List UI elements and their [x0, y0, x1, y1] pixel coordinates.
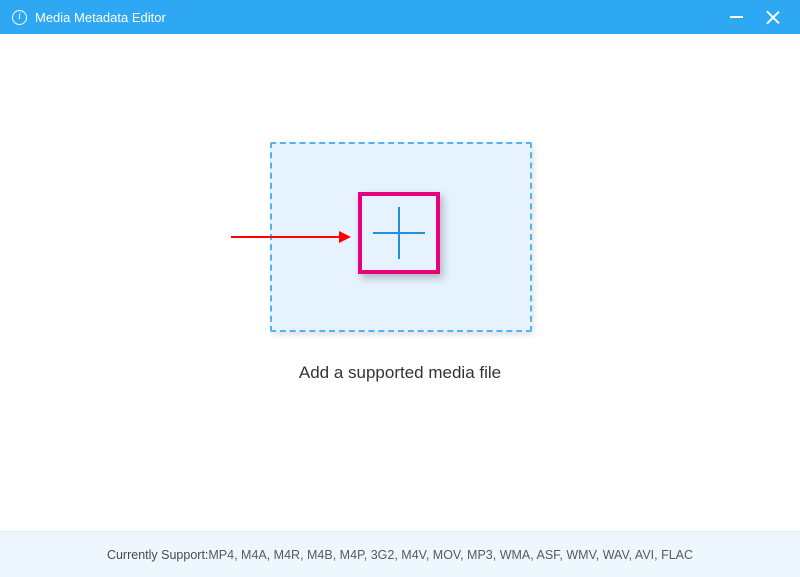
info-icon-glyph: i [18, 12, 21, 22]
instruction-text: Add a supported media file [0, 363, 800, 383]
supported-formats: MP4, M4A, M4R, M4B, M4P, 3G2, M4V, MOV, … [208, 548, 693, 562]
plus-icon [373, 207, 425, 259]
footer-label: Currently Support: [107, 548, 208, 562]
close-button[interactable] [754, 0, 790, 34]
close-icon [765, 10, 780, 25]
add-file-button[interactable] [358, 192, 440, 274]
info-icon: i [12, 10, 27, 25]
minimize-button[interactable] [718, 0, 754, 34]
window-title: Media Metadata Editor [35, 10, 166, 25]
titlebar: i Media Metadata Editor [0, 0, 800, 34]
main-area: Add a supported media file [0, 34, 800, 531]
footer: Currently Support: MP4, M4A, M4R, M4B, M… [0, 531, 800, 577]
minimize-icon [730, 16, 743, 18]
